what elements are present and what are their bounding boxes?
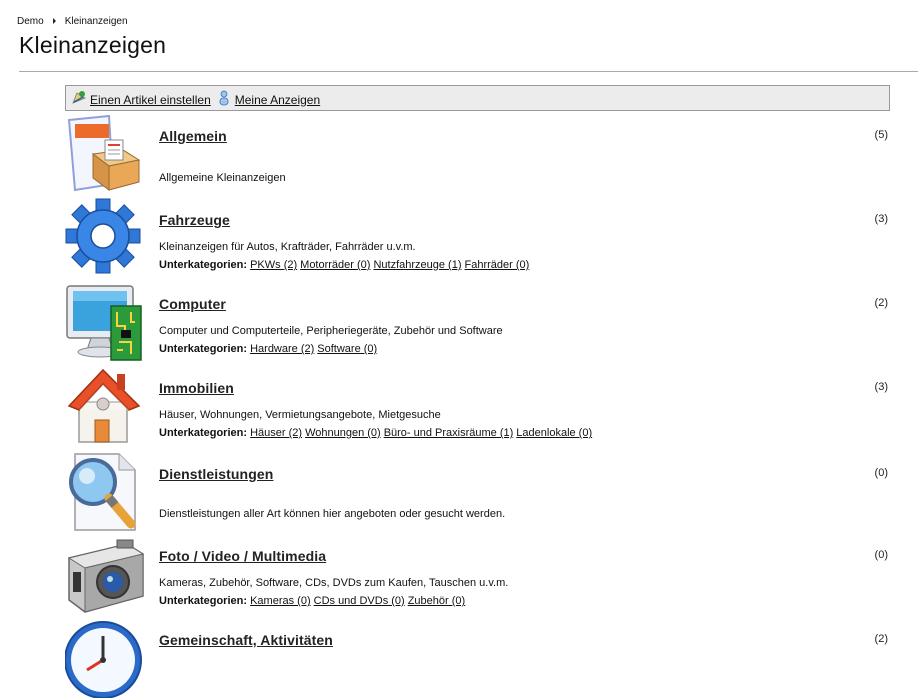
- category-count: (2): [874, 297, 888, 309]
- category-title[interactable]: Computer: [159, 296, 226, 312]
- category-description: Allgemeine Kleinanzeigen: [159, 172, 286, 184]
- add-article-link[interactable]: Einen Artikel einstellen: [90, 93, 211, 107]
- category-allgemein: Allgemein (5) Allgemeine Kleinanzeigen: [65, 114, 890, 194]
- category-foto-video: Foto / Video / Multimedia (0) Kameras, Z…: [65, 534, 890, 614]
- house-icon: [67, 368, 141, 443]
- category-title[interactable]: Allgemein: [159, 128, 227, 144]
- subcategories-label: Unterkategorien:: [159, 595, 248, 607]
- breadcrumb-current[interactable]: Kleinanzeigen: [65, 16, 128, 27]
- category-description: Kameras, Zubehör, Software, CDs, DVDs zu…: [159, 577, 509, 589]
- subcategories: Unterkategorien: Hardware (2) Software (0…: [159, 343, 380, 355]
- category-title[interactable]: Immobilien: [159, 380, 234, 396]
- gear-icon: [65, 198, 141, 274]
- subcategory-link[interactable]: Büro- und Praxisräume (1): [384, 427, 514, 439]
- category-count: (2): [874, 633, 888, 645]
- subcategory-link[interactable]: Zubehör (0): [408, 595, 465, 607]
- breadcrumb: Demo Kleinanzeigen: [17, 16, 128, 27]
- category-title[interactable]: Gemeinschaft, Aktivitäten: [159, 632, 333, 648]
- magnifier-icon: [69, 453, 136, 531]
- subcategories-label: Unterkategorien:: [159, 343, 248, 355]
- category-description: Computer und Computerteile, Peripheriege…: [159, 325, 503, 337]
- category-title[interactable]: Dienstleistungen: [159, 466, 273, 482]
- category-fahrzeuge: Fahrzeuge (3) Kleinanzeigen für Autos, K…: [65, 198, 890, 278]
- category-gemeinschaft: Gemeinschaft, Aktivitäten (2): [65, 618, 890, 698]
- box-document-icon: [67, 114, 141, 192]
- subcategories: Unterkategorien: Kameras (0) CDs und DVDs…: [159, 595, 468, 607]
- subcategory-link[interactable]: Software (0): [317, 343, 377, 355]
- subcategories-label: Unterkategorien:: [159, 259, 248, 271]
- page-title: Kleinanzeigen: [19, 32, 167, 58]
- category-count: (3): [874, 381, 888, 393]
- camera-icon: [67, 539, 145, 613]
- subcategory-link[interactable]: Häuser (2): [250, 427, 302, 439]
- category-count: (0): [874, 467, 888, 479]
- subcategories: Unterkategorien: Häuser (2) Wohnungen (0)…: [159, 427, 595, 439]
- clock-icon: [65, 621, 142, 698]
- category-description: Dienstleistungen aller Art können hier a…: [159, 508, 506, 520]
- breadcrumb-demo[interactable]: Demo: [17, 16, 44, 27]
- computer-icon: [66, 285, 142, 361]
- my-ads-link[interactable]: Meine Anzeigen: [235, 93, 320, 107]
- subcategory-link[interactable]: Nutzfahrzeuge (1): [373, 259, 461, 271]
- user-icon: [219, 90, 229, 105]
- category-computer: Computer (2) Computer und Computerteile,…: [65, 282, 890, 362]
- subcategory-link[interactable]: Motorräder (0): [300, 259, 370, 271]
- subcategory-link[interactable]: Hardware (2): [250, 343, 314, 355]
- breadcrumb-arrow-icon: [52, 17, 56, 24]
- category-immobilien: Immobilien (3) Häuser, Wohnungen, Vermie…: [65, 366, 890, 446]
- category-description: Kleinanzeigen für Autos, Krafträder, Fah…: [159, 241, 416, 253]
- category-count: (0): [874, 549, 888, 561]
- title-divider: [19, 71, 918, 72]
- subcategory-link[interactable]: Fahrräder (0): [465, 259, 530, 271]
- category-count: (3): [874, 213, 888, 225]
- subcategory-link[interactable]: Ladenlokale (0): [516, 427, 592, 439]
- subcategories-label: Unterkategorien:: [159, 427, 248, 439]
- category-title[interactable]: Foto / Video / Multimedia: [159, 548, 326, 564]
- subcategories: Unterkategorien: PKWs (2) Motorräder (0) N…: [159, 259, 532, 271]
- add-article-icon: [72, 90, 86, 104]
- subcategory-link[interactable]: CDs und DVDs (0): [314, 595, 405, 607]
- toolbar: Einen Artikel einstellen Meine Anzeigen: [65, 85, 890, 111]
- category-count: (5): [874, 129, 888, 141]
- subcategory-link[interactable]: Kameras (0): [250, 595, 311, 607]
- subcategory-link[interactable]: PKWs (2): [250, 259, 297, 271]
- category-description: Häuser, Wohnungen, Vermietungsangebote, …: [159, 409, 441, 421]
- subcategory-link[interactable]: Wohnungen (0): [305, 427, 381, 439]
- category-title[interactable]: Fahrzeuge: [159, 212, 230, 228]
- category-dienstleistungen: Dienstleistungen (0) Dienstleistungen al…: [65, 452, 890, 532]
